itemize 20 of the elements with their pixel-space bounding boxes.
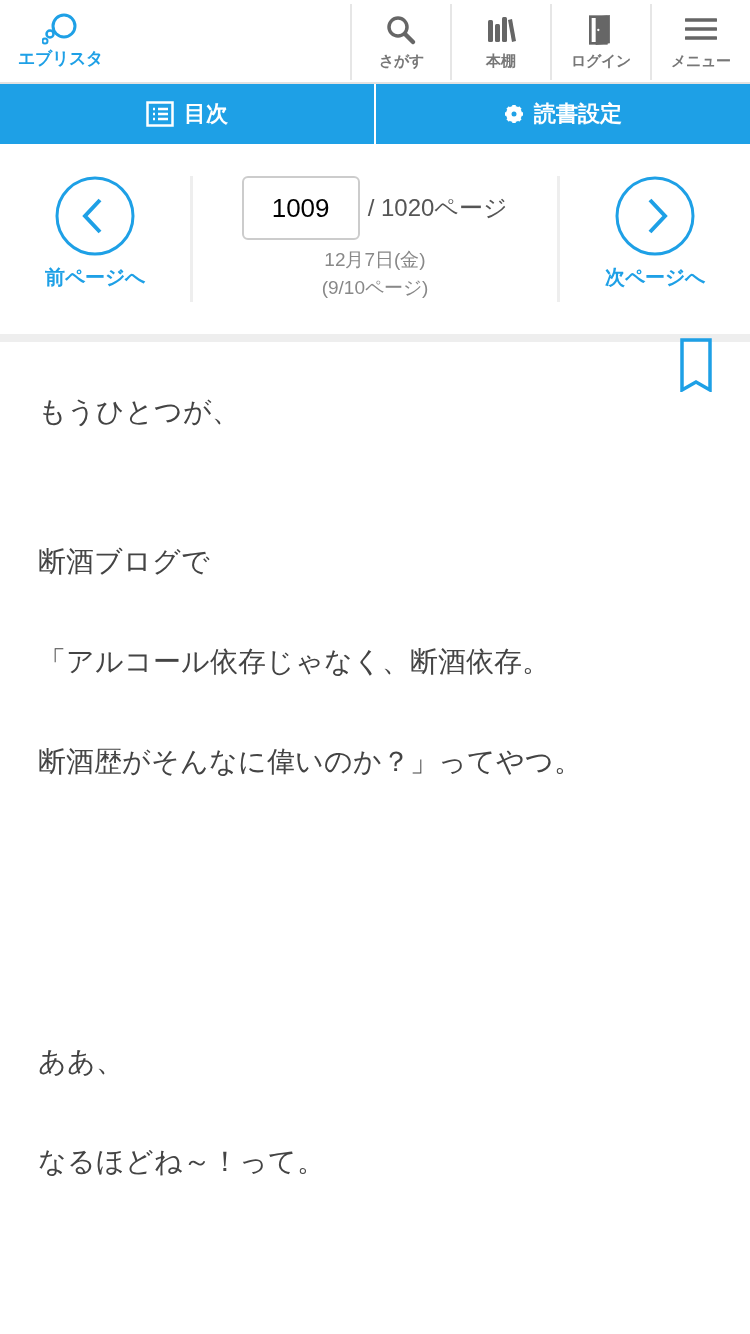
next-page-button[interactable]: 次ページへ [560,176,750,291]
story-text: なるほどね～！って。 [38,1144,326,1180]
previous-page-button[interactable]: 前ページへ [0,176,190,291]
chevron-right-icon [615,176,695,256]
story-text: 断酒ブログで [38,544,211,580]
bookmark-icon[interactable] [680,338,712,392]
story-text: ああ、 [38,1044,125,1080]
page-number-field[interactable]: 1009 [241,176,360,240]
chapter-date: 12月7日(金) [324,248,426,272]
list-icon [146,101,174,127]
logo-icon [42,12,78,45]
logo-text: エブリスタ [17,46,103,70]
story-text: もうひとつが、 [38,394,241,430]
chevron-left-icon [55,176,135,256]
story-text: 断酒歴がそんなに偉いのか？」ってやつ。 [38,744,583,780]
search-icon [385,13,417,46]
chapter-page: (9/10ページ) [321,276,429,300]
total-pages: / 1020ページ [367,193,509,223]
story-text: 「アルコール依存じゃなく、断酒依存。 [38,644,551,680]
gear-icon [504,104,524,124]
